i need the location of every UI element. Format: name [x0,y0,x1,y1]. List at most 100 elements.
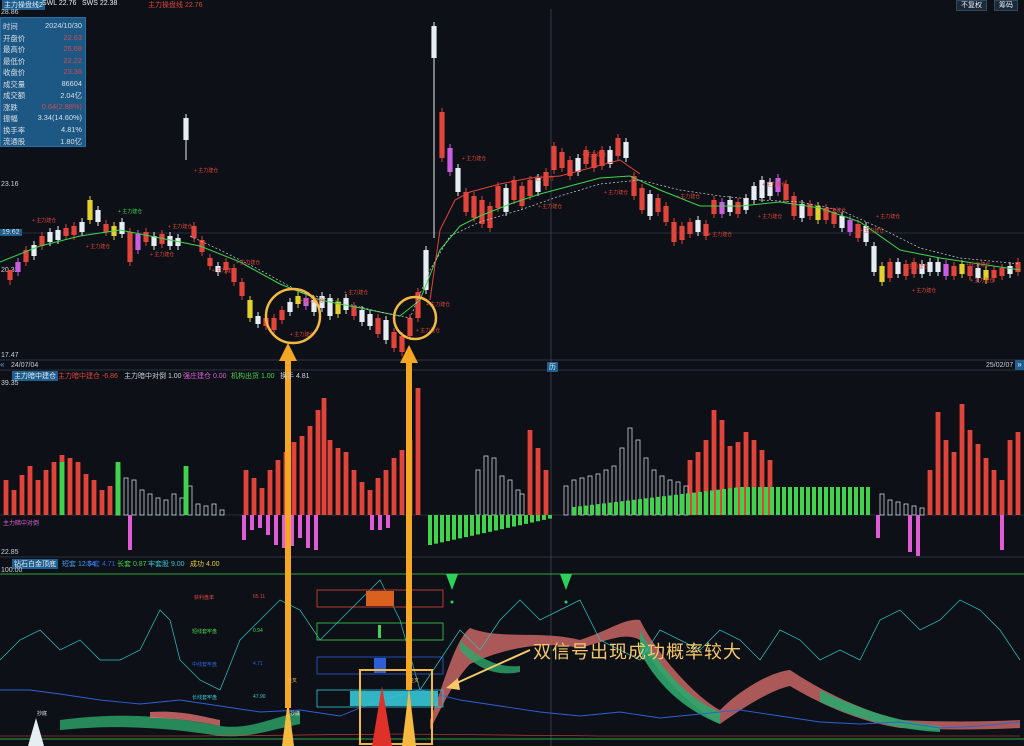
histogram-bar-red [291,442,297,515]
build-tag: + 主力建仓 [966,261,990,268]
histogram-bar-green [632,499,636,515]
histogram-bar-green [614,501,618,515]
scroll-left-icon[interactable]: « [0,360,8,370]
histogram-bar-magenta [370,515,374,530]
candle-body [127,232,133,262]
build-tag: + 主力建仓 [538,203,562,210]
candle-body [575,158,581,172]
candle-body [439,112,445,158]
histogram-bar-green [722,489,726,515]
histogram-bar-white [139,489,145,516]
histogram-bar-green [854,487,858,515]
histogram-bar-green [626,500,630,515]
histogram-bar-red [267,470,273,515]
histogram-bar-red [327,440,333,515]
candle-body [887,262,893,278]
histogram-bar-green [836,487,840,515]
panel2-axis-bottom: 22.85 [1,549,19,556]
histogram-bar-magenta [258,515,262,528]
build-tag: + 主力建仓 [876,213,900,220]
histogram-bar-white [163,499,169,516]
histogram-bar-magenta [306,515,310,548]
histogram-bar-magenta [242,515,246,540]
profit-band-red [430,619,1020,730]
histogram-bar-white [179,497,185,516]
histogram-bar-red [259,488,265,515]
histogram-bar-red [251,478,257,515]
candle-body [479,200,485,224]
histogram-bar-green [716,489,720,515]
histogram-bar-white [519,493,525,516]
candle-body [7,270,13,280]
legend-short-label: 短线套牢盘 [192,629,218,635]
candle-body [287,302,293,312]
arrow-right-shaft [406,359,412,690]
panel2-item-0: 主力暗中建仓 -6.86 [58,373,118,380]
candle-body [103,224,109,232]
histogram-bar-red [11,490,17,515]
histogram-bar-green-down [470,515,474,536]
build-tag: + 主力建仓 [904,263,928,270]
candle-body [791,196,797,216]
candle-body [615,138,621,156]
candle-body [407,318,413,336]
candle-body [743,198,749,210]
histogram-bar-green-down [488,515,492,532]
histogram-bar-green [740,487,744,515]
histogram-bar-red [543,470,549,515]
histogram-bar-red [43,470,49,515]
histogram-bar-green-down [524,515,528,524]
candle-body [71,226,77,235]
candle-body [431,26,437,58]
histogram-bar-white [171,493,177,516]
histogram-bar-white [475,469,481,516]
panel3-item-1: 中套 4.71 [86,561,116,568]
build-tag: + 主力建仓 [236,259,260,266]
candle-body [735,202,741,214]
candle-body [63,228,69,236]
histogram-bar-white [499,475,505,516]
candle-body [1007,266,1013,274]
histogram-bar-red [83,474,89,515]
histogram-bar-green [866,487,870,515]
candle-body [487,206,493,228]
scroll-right-icon[interactable]: » [1015,360,1024,370]
histogram-bar-red [959,404,965,515]
histogram-bar-red [943,440,949,515]
arrow-left-head [279,343,297,361]
candle-body [935,262,941,272]
histogram-bar-green [115,462,121,515]
candle-body [943,264,949,276]
candle-body [503,188,509,212]
signal-dot [564,600,568,604]
candle-body [991,270,997,278]
build-tag: + 主力建仓 [150,251,174,258]
histogram-bar-white [515,489,521,516]
histogram-bar-white [911,505,917,516]
candle-body [871,246,877,272]
histogram-bar-magenta [274,515,278,545]
histogram-bar-green-down [518,515,522,526]
candle-body [655,198,661,212]
histogram-bar-red [315,410,321,515]
histogram-bar-green [764,487,768,515]
histogram-bar-green [620,501,624,515]
histogram-bar-green-down [446,515,450,542]
candle-body [183,118,189,140]
histogram-bar-green [794,487,798,515]
candle-body [511,180,517,200]
candle-body [951,266,957,276]
candle-body [751,186,757,200]
histogram-bar-green [680,494,684,515]
signal-jinxian-1: 金叉 [287,678,298,684]
histogram-bar-green [842,487,846,515]
histogram-bar-green [183,466,189,515]
histogram-bar-green [662,496,666,515]
histogram-bar-red [1015,432,1021,515]
histogram-bar-magenta [386,515,390,528]
histogram-bar-white [219,509,225,516]
histogram-bar-green-down [542,515,546,520]
histogram-bar-red [335,448,341,515]
histogram-bar-white [895,501,901,516]
candle-body [639,188,645,210]
